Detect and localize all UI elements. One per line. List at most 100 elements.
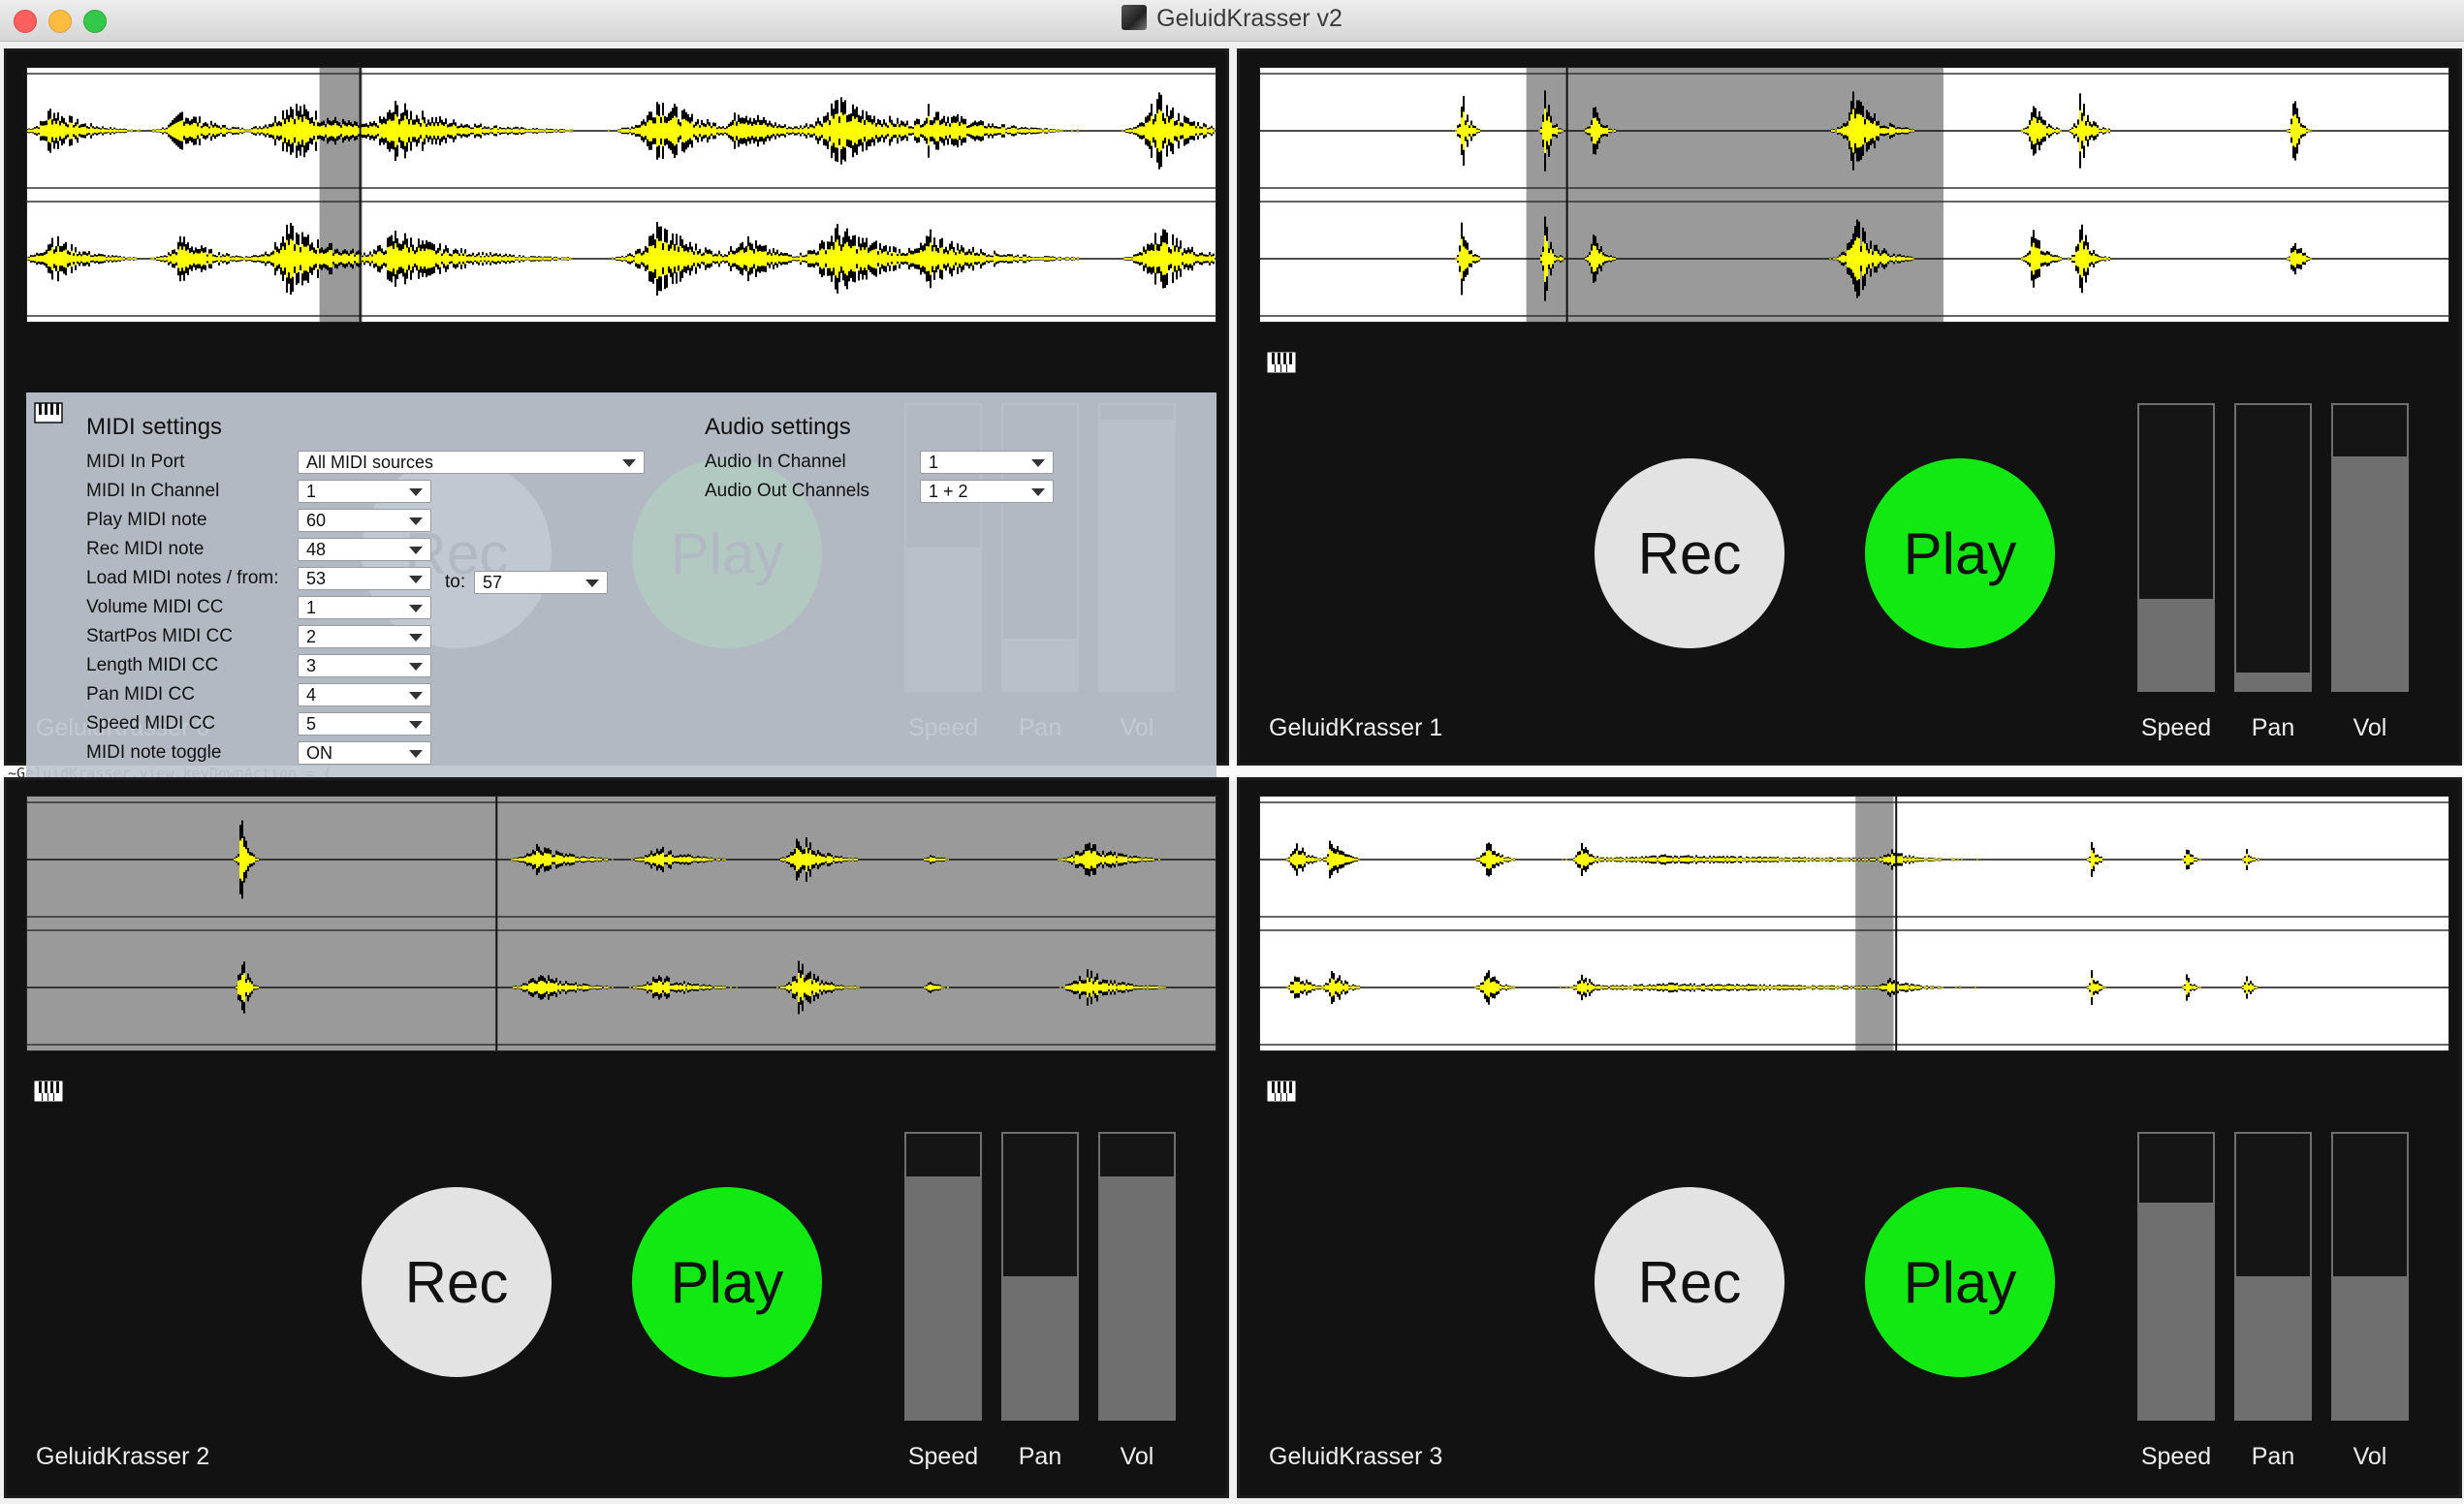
audio-setting-label: Audio In Channel <box>705 452 846 472</box>
chevron-down-icon <box>409 721 423 729</box>
midi-setting-label: Pan MIDI CC <box>86 684 195 705</box>
waveform-display[interactable] <box>26 67 1216 323</box>
piano-keyboard-icon[interactable] <box>34 402 63 423</box>
speed-slider[interactable] <box>2137 403 2215 692</box>
player-panel-3: Rec Play Speed Pan Vol GeluidKrasser 3 <box>1237 777 2462 1498</box>
pan-slider-fill <box>1003 1276 1077 1419</box>
waveform-display[interactable] <box>26 796 1216 1051</box>
waveform-display[interactable] <box>1259 67 2449 323</box>
vol-slider-label: Vol <box>1120 1443 1154 1470</box>
speed-slider[interactable] <box>904 1132 982 1421</box>
speed-slider[interactable] <box>2137 1132 2215 1421</box>
midi-setting-dropdown[interactable]: 53 <box>298 567 431 590</box>
load-midi-notes-to-dropdown[interactable]: 57 <box>474 571 608 594</box>
rec-button[interactable]: Rec <box>362 1187 552 1377</box>
player-name: GeluidKrasser 3 <box>1269 1443 1443 1470</box>
dropdown-value: 3 <box>306 656 317 675</box>
midi-setting-label: Length MIDI CC <box>86 655 219 675</box>
chevron-down-icon <box>409 576 423 583</box>
speed-slider-fill <box>2139 1202 2213 1419</box>
midi-setting-dropdown[interactable]: 48 <box>298 538 431 561</box>
dropdown-value: 2 <box>306 627 317 646</box>
pan-slider[interactable] <box>1001 1132 1079 1421</box>
rec-button-label: Rec <box>1637 520 1742 586</box>
pan-slider-label: Pan <box>2251 714 2295 741</box>
waveform-rms <box>27 238 1215 279</box>
midi-setting-label: Play MIDI note <box>86 510 207 530</box>
midi-setting-dropdown[interactable]: 60 <box>298 509 431 532</box>
midi-setting-dropdown[interactable]: 5 <box>298 712 431 736</box>
audio-settings-heading: Audio settings <box>705 414 851 440</box>
midi-setting-label: Speed MIDI CC <box>86 713 216 734</box>
vol-slider[interactable] <box>2331 1132 2409 1421</box>
window-title: GeluidKrasser v2 <box>1156 5 1343 32</box>
rec-button[interactable]: Rec <box>1595 1187 1785 1377</box>
player-panel-2: Rec Play Speed Pan Vol GeluidKrasser 2 <box>4 777 1229 1498</box>
app-icon <box>1121 5 1148 30</box>
chevron-down-icon <box>409 692 423 700</box>
waveform-canvas[interactable] <box>1260 68 2448 322</box>
midi-setting-dropdown[interactable]: 3 <box>298 654 431 677</box>
selection-region[interactable] <box>1526 68 1943 322</box>
player-panel-0: Rec Play Speed Pan Vol GeluidKrasser 0 M… <box>4 48 1229 798</box>
waveform-display[interactable] <box>1259 796 2449 1051</box>
audio-setting-dropdown[interactable]: 1 <box>920 451 1054 474</box>
dropdown-value: ON <box>306 743 332 763</box>
selection-region[interactable] <box>319 68 363 322</box>
dropdown-value: All MIDI sources <box>306 453 434 472</box>
rec-button[interactable]: Rec <box>1595 458 1785 648</box>
midi-setting-label: MIDI In Channel <box>86 481 220 501</box>
vol-slider[interactable] <box>1098 1132 1176 1421</box>
chevron-down-icon <box>409 488 423 496</box>
chevron-down-icon <box>409 605 423 612</box>
midi-setting-label: MIDI note toggle <box>86 742 222 763</box>
piano-keyboard-icon[interactable] <box>34 1081 63 1102</box>
vol-slider-fill <box>2333 1276 2407 1419</box>
chevron-down-icon <box>409 517 423 525</box>
play-button-label: Play <box>1903 520 2017 586</box>
rec-button-label: Rec <box>404 1249 509 1315</box>
midi-setting-dropdown[interactable]: All MIDI sources <box>298 451 645 474</box>
selection-region[interactable] <box>1855 797 1894 1050</box>
piano-keyboard-icon[interactable] <box>1267 1081 1296 1102</box>
waveform-canvas[interactable] <box>27 797 1216 1050</box>
chevron-down-icon <box>409 547 423 554</box>
midi-settings-heading: MIDI settings <box>86 414 223 440</box>
audio-setting-dropdown[interactable]: 1 + 2 <box>920 480 1054 503</box>
dropdown-value: 5 <box>306 714 317 734</box>
dropdown-value: 53 <box>306 569 327 588</box>
player-name: GeluidKrasser 2 <box>36 1443 210 1470</box>
vol-slider-label: Vol <box>2353 1443 2387 1470</box>
midi-setting-dropdown[interactable]: 4 <box>298 683 431 706</box>
midi-setting-label: MIDI In Port <box>86 452 185 472</box>
dropdown-value: 1 + 2 <box>929 482 968 501</box>
pan-slider[interactable] <box>2234 1132 2312 1421</box>
dropdown-value: 1 <box>929 453 939 472</box>
dropdown-value: 60 <box>306 511 327 530</box>
vol-slider-fill <box>1100 1176 1174 1419</box>
vol-slider[interactable] <box>2331 403 2409 692</box>
chevron-down-icon <box>585 580 599 587</box>
chevron-down-icon <box>409 750 423 758</box>
waveform-canvas[interactable] <box>27 68 1216 322</box>
selection-region[interactable] <box>27 797 1216 1050</box>
dropdown-value: 57 <box>483 573 503 592</box>
audio-setting-label: Audio Out Channels <box>705 481 870 501</box>
piano-keyboard-icon[interactable] <box>1267 352 1296 373</box>
pan-slider-fill <box>2236 673 2310 690</box>
player-panel-1: Rec Play Speed Pan Vol GeluidKrasser 1 <box>1237 48 2462 766</box>
midi-setting-label: Load MIDI notes / from: <box>86 568 279 588</box>
midi-setting-dropdown[interactable]: ON <box>298 741 431 765</box>
pan-slider-fill <box>2236 1276 2310 1419</box>
play-button[interactable]: Play <box>632 1187 822 1377</box>
chevron-down-icon <box>622 459 636 467</box>
midi-setting-dropdown[interactable]: 2 <box>298 625 431 648</box>
midi-setting-dropdown[interactable]: 1 <box>298 480 431 503</box>
play-button[interactable]: Play <box>1865 458 2055 648</box>
speed-slider-fill <box>2139 598 2213 690</box>
pan-slider[interactable] <box>2234 403 2312 692</box>
waveform-canvas[interactable] <box>1260 797 2448 1050</box>
midi-setting-dropdown[interactable]: 1 <box>298 596 431 619</box>
speed-slider-label: Speed <box>2140 714 2212 741</box>
play-button[interactable]: Play <box>1865 1187 2055 1377</box>
